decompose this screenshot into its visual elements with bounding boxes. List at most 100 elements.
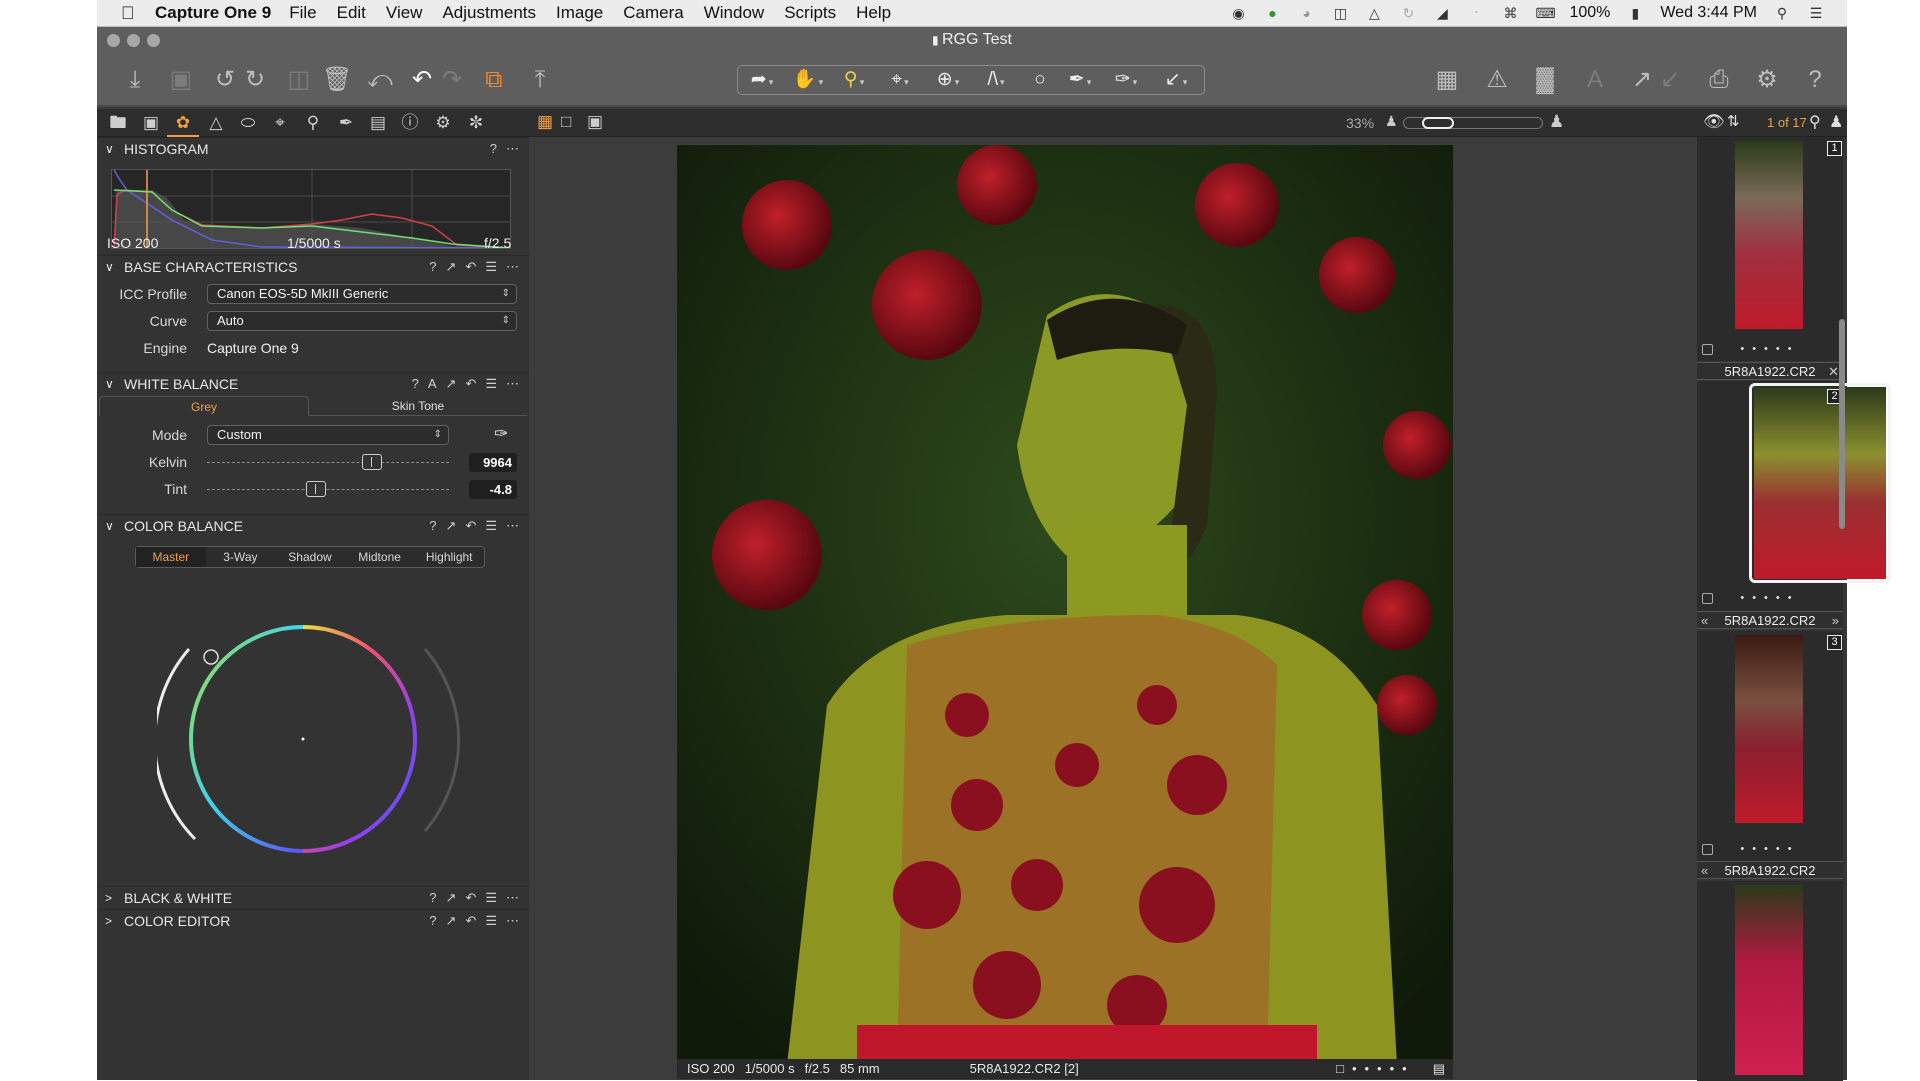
export-icon[interactable]: ⤒: [525, 65, 555, 95]
wb-tab-grey[interactable]: Grey: [99, 396, 309, 416]
reset-icon[interactable]: ⤺: [365, 65, 395, 95]
vpn-icon[interactable]: ●: [1263, 5, 1281, 21]
reset-icon[interactable]: ↶: [465, 373, 476, 395]
reset-icon[interactable]: ↶: [465, 887, 476, 909]
browser-thumb-2[interactable]: 2 •••••: [1697, 381, 1891, 611]
headphones-icon[interactable]: ◕: [1297, 5, 1315, 21]
zoom-window-button[interactable]: [147, 34, 160, 47]
time-machine-icon[interactable]: ↻: [1399, 5, 1417, 21]
presets-icon[interactable]: ☰: [485, 887, 497, 909]
tint-slider-handle[interactable]: [305, 481, 326, 497]
browser-scrollbar[interactable]: [1839, 319, 1845, 529]
prev-icon[interactable]: «: [1701, 612, 1708, 629]
expand-icon[interactable]: ↗: [446, 373, 457, 395]
menu-edit[interactable]: Edit: [337, 3, 366, 23]
lens-tab-icon[interactable]: ⬭: [237, 112, 259, 134]
minimize-window-button[interactable]: [127, 34, 140, 47]
import-icon[interactable]: ⤓: [120, 65, 150, 95]
user-icon[interactable]: ♟: [1829, 112, 1843, 132]
auto-icon[interactable]: A: [428, 373, 437, 395]
primary-view-icon[interactable]: ▣: [587, 112, 603, 132]
presets-icon[interactable]: ☰: [485, 910, 497, 932]
browser-thumb-3[interactable]: 3 •••••: [1697, 631, 1843, 861]
stack-icon[interactable]: ⧉: [479, 65, 509, 95]
sidebar-icon[interactable]: ◫: [1331, 5, 1349, 21]
reset-icon[interactable]: ↶: [465, 515, 476, 537]
tint-slider[interactable]: [207, 489, 449, 490]
color-picker-icon[interactable]: ✑ ▾: [1106, 66, 1146, 94]
thumb-rating[interactable]: •••••: [1697, 842, 1843, 857]
expand-icon[interactable]: ↗: [446, 515, 457, 537]
menu-file[interactable]: File: [289, 3, 316, 23]
more-icon[interactable]: ⋯: [506, 910, 519, 932]
menu-view[interactable]: View: [386, 3, 423, 23]
presets-icon[interactable]: ☰: [485, 373, 497, 395]
wb-mode-select[interactable]: Custom ⇕: [207, 425, 449, 445]
delete-icon[interactable]: 🗑: [322, 65, 352, 95]
menu-scripts[interactable]: Scripts: [784, 3, 836, 23]
pan-icon[interactable]: ✋ ▾: [788, 66, 828, 94]
help-icon[interactable]: ?: [429, 887, 436, 909]
airplay-icon[interactable]: △: [1365, 5, 1383, 21]
crop-icon[interactable]: ⌖ ▾: [880, 66, 920, 94]
notification-center-icon[interactable]: ☰: [1807, 5, 1825, 21]
prev-icon[interactable]: «: [1701, 862, 1708, 879]
volume-icon[interactable]: ◢: [1433, 5, 1451, 21]
reset-icon[interactable]: ↶: [465, 910, 476, 932]
viewer-rating[interactable]: □•••••: [1336, 1059, 1415, 1079]
rotate-left-icon[interactable]: ↺: [210, 65, 240, 95]
thumb-size-handle[interactable]: [1422, 117, 1454, 129]
expand-icon[interactable]: ↗: [446, 256, 457, 278]
help-icon[interactable]: ?: [412, 373, 419, 395]
menu-help[interactable]: Help: [856, 3, 891, 23]
rotate-icon[interactable]: ⊕ ▾: [928, 66, 968, 94]
spot-icon[interactable]: ○: [1020, 66, 1060, 94]
presets-icon[interactable]: ☰: [485, 256, 497, 278]
more-icon[interactable]: ⋯: [506, 373, 519, 395]
kelvin-value[interactable]: 9964: [469, 453, 517, 472]
menu-window[interactable]: Window: [704, 3, 764, 23]
white-balance-header[interactable]: ∨ WHITE BALANCE ? A ↗ ↶ ☰ ⋯: [97, 372, 529, 394]
tint-value[interactable]: -4.8: [469, 480, 517, 499]
help-icon[interactable]: ?: [1800, 65, 1830, 95]
help-icon[interactable]: ?: [490, 138, 497, 160]
multi-view-icon[interactable]: ▦: [537, 112, 553, 132]
cb-tab-3way[interactable]: 3-Way: [206, 547, 276, 567]
wheel-handle[interactable]: [203, 649, 219, 665]
thumb-size-slider[interactable]: [1403, 117, 1543, 129]
help-icon[interactable]: ?: [429, 256, 436, 278]
cb-tab-midtone[interactable]: Midtone: [345, 547, 415, 567]
color-balance-header[interactable]: ∨ COLOR BALANCE ? ↗ ↶ ☰ ⋯: [97, 514, 529, 536]
details-tab-icon[interactable]: ⚲: [302, 112, 324, 134]
cb-tab-shadow[interactable]: Shadow: [275, 547, 345, 567]
output-tab-icon[interactable]: ⚙: [432, 112, 454, 134]
print-icon[interactable]: ⎙: [1704, 65, 1734, 95]
spotlight-icon[interactable]: ⚲: [1773, 5, 1791, 21]
single-view-icon[interactable]: □: [561, 112, 571, 132]
menu-image[interactable]: Image: [556, 3, 603, 23]
histogram-header[interactable]: ∨ HISTOGRAM ? ⋯: [97, 137, 529, 159]
cb-tab-master[interactable]: Master: [136, 547, 206, 567]
sort-icon[interactable]: ⇅: [1727, 112, 1740, 130]
metadata-tab-icon[interactable]: ⓘ: [399, 112, 421, 134]
composition-tab-icon[interactable]: ⌖: [269, 112, 291, 134]
battery-icon[interactable]: ▮: [1626, 5, 1644, 21]
apply-adjustments-icon[interactable]: ↙: [1655, 65, 1685, 95]
clock[interactable]: Wed 3:44 PM: [1660, 4, 1757, 22]
kelvin-slider-handle[interactable]: [361, 454, 382, 470]
curve-select[interactable]: Auto ⇕: [207, 311, 517, 331]
app-menu[interactable]: Capture One 9: [155, 3, 271, 23]
kelvin-slider[interactable]: [207, 462, 449, 463]
redo-icon[interactable]: ↷: [437, 65, 467, 95]
close-icon[interactable]: ✕: [1828, 363, 1839, 380]
exposure-tab-icon[interactable]: △: [205, 112, 227, 134]
eyedropper-icon[interactable]: ✑: [494, 424, 508, 444]
more-icon[interactable]: ⋯: [506, 138, 519, 160]
bluetooth-icon[interactable]: ᛫: [1467, 5, 1485, 21]
move-to-folder-icon[interactable]: ◫: [284, 65, 314, 95]
brush-icon[interactable]: ✒ ▾: [1060, 66, 1100, 94]
library-tab-icon[interactable]: 🖿: [107, 112, 129, 134]
color-wheel[interactable]: [157, 609, 487, 869]
settings-icon[interactable]: ⚙: [1752, 65, 1782, 95]
capture-tab-icon[interactable]: ▣: [140, 112, 162, 134]
